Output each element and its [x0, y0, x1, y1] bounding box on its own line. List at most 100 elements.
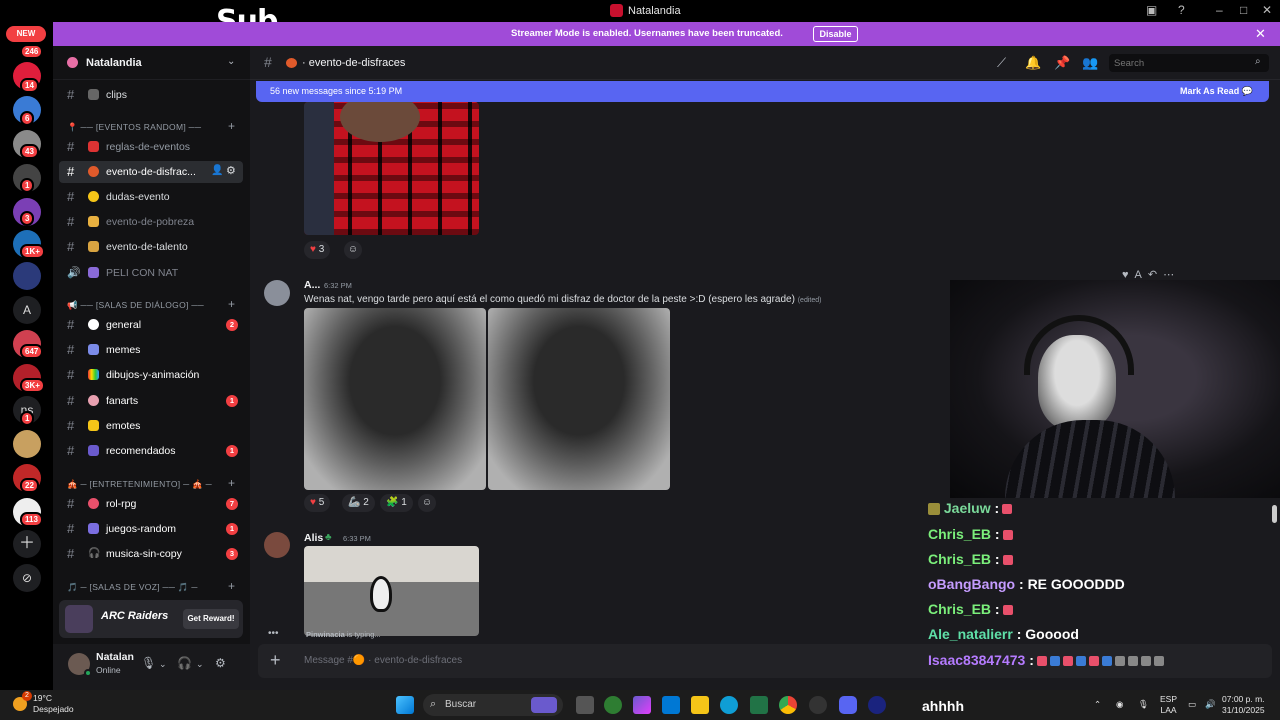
gear-icon[interactable]: ⚙ [226, 164, 236, 177]
channel-recomendados[interactable]: # recomendados 1 [59, 440, 243, 462]
copilot-app-icon[interactable] [633, 696, 651, 714]
reaction-arm[interactable]: 🦾 2 [342, 494, 375, 512]
channel-clips[interactable]: # clips [59, 84, 243, 106]
bell-icon[interactable]: 🔔 [1025, 55, 1041, 71]
gear-icon[interactable]: ⚙ [215, 656, 226, 670]
store-icon[interactable] [662, 696, 680, 714]
hash-icon: # [67, 367, 75, 382]
disable-button[interactable]: Disable [813, 26, 858, 42]
bulb-icon [88, 191, 99, 202]
channel-name: emotes [106, 420, 141, 432]
close-icon[interactable]: ✕ [1255, 26, 1266, 42]
channel-general[interactable]: # general 2 [59, 314, 243, 336]
chevron-down-icon[interactable]: ⌄ [196, 659, 204, 670]
task-view-icon[interactable] [576, 696, 594, 714]
channel-memes[interactable]: # memes [59, 339, 243, 361]
threads-icon[interactable]: ⟋ [997, 55, 1006, 71]
headphones-icon[interactable]: 🎧 [177, 656, 192, 670]
promo-card[interactable]: ARC Raiders Get Reward! [59, 600, 243, 638]
message-author[interactable]: Alis [304, 532, 323, 544]
message-image[interactable] [304, 546, 479, 636]
add-channel-icon[interactable]: + [228, 119, 235, 133]
chevron-up-icon[interactable]: ⌃ [1094, 699, 1101, 710]
channel-juegos-random[interactable]: # juegos-random 1 [59, 518, 243, 540]
message-image[interactable] [304, 308, 486, 490]
network-icon[interactable]: ▭ [1188, 699, 1196, 710]
microphone-icon[interactable]: 🎙 [1138, 699, 1149, 710]
channel-name: clips [106, 89, 128, 101]
category-entretenimiento[interactable]: 🎪 ─ [ENTRETENIMIENTO] ─ 🎪 ─ [67, 479, 212, 490]
language-indicator[interactable]: ESP LAA [1160, 694, 1177, 716]
avatar[interactable] [264, 280, 290, 306]
help-icon[interactable]: ? [1178, 3, 1185, 17]
search-icon: ⌕ [430, 698, 437, 710]
add-channel-icon[interactable]: + [228, 476, 235, 490]
reaction-heart[interactable]: ♥ 3 [304, 241, 331, 259]
add-channel-icon[interactable]: + [228, 297, 235, 311]
taskbar-search[interactable]: ⌕ Buscar [423, 694, 563, 716]
chevron-down-icon[interactable]: ⌄ [159, 659, 167, 670]
chrome-icon[interactable] [779, 696, 797, 714]
message-image[interactable] [488, 308, 670, 490]
clock[interactable]: 07:00 p. m. 31/10/2025 [1222, 694, 1265, 716]
attach-plus-icon[interactable]: + [270, 650, 281, 671]
server-icon[interactable] [13, 262, 41, 290]
volume-icon[interactable]: 🔊 [1205, 699, 1216, 710]
inbox-icon[interactable]: ▣ [1146, 3, 1157, 17]
add-reaction-icon[interactable]: ☺ [344, 241, 362, 259]
discord-icon[interactable] [839, 696, 857, 714]
edge-icon[interactable] [720, 696, 738, 714]
channel-reglas[interactable]: # reglas-de-eventos [59, 136, 243, 158]
category-salas-voz[interactable]: 🎵 ─ [SALAS DE VOZ] ── 🎵 ─ [67, 582, 198, 593]
microphone-icon[interactable]: 🎙 [141, 656, 156, 670]
start-button[interactable] [396, 696, 414, 714]
mark-as-read-button[interactable]: Mark As Read 💬 [1180, 86, 1253, 97]
channel-talento[interactable]: # evento-de-talento [59, 236, 243, 258]
rail-badge: 22 [20, 478, 39, 493]
channel-dudas[interactable]: # dudas-evento [59, 186, 243, 208]
channel-pobreza[interactable]: # evento-de-pobreza [59, 211, 243, 233]
message-image[interactable] [304, 102, 479, 235]
voice-channel-peli[interactable]: 🔊 PELI CON NAT [59, 262, 243, 284]
reaction-puzzle[interactable]: 🧩 1 [380, 494, 413, 512]
category-eventos-random[interactable]: 📍 ── [EVENTOS RANDOM] ── [67, 122, 201, 133]
guild-header[interactable]: Natalandia ⌄ [53, 46, 250, 80]
channel-evento-disfraces[interactable]: # evento-de-disfrac... 👤 ⚙ [59, 161, 243, 183]
message-author[interactable]: A... [304, 279, 320, 291]
new-pill[interactable]: NEW [6, 26, 46, 42]
pin-icon[interactable]: 📌 [1054, 55, 1070, 71]
taskbar-app-icon[interactable] [604, 696, 622, 714]
channel-name: evento-de-pobreza [106, 216, 195, 228]
weather-desc: Despejado [33, 704, 74, 714]
minimize-button[interactable]: – [1216, 3, 1223, 17]
new-messages-bar[interactable]: 56 new messages since 5:19 PM Mark As Re… [256, 81, 1269, 102]
search-input[interactable] [1109, 54, 1269, 72]
reaction-heart[interactable]: ♥ 5 [304, 494, 331, 512]
channel-dibujos[interactable]: # dibujos-y-animación [59, 364, 243, 386]
get-reward-button[interactable]: Get Reward! [183, 609, 239, 629]
channel-emotes[interactable]: # emotes [59, 415, 243, 437]
window-title: Natalandia [628, 5, 681, 17]
chevron-down-icon[interactable]: ⌄ [227, 56, 235, 67]
folder-icon[interactable] [691, 696, 709, 714]
maximize-button[interactable]: □ [1240, 3, 1247, 17]
channel-rol-rpg[interactable]: # rol-rpg 7 [59, 493, 243, 515]
avatar[interactable] [264, 532, 290, 558]
channel-fanarts[interactable]: # fanarts 1 [59, 390, 243, 412]
excel-icon[interactable] [750, 696, 768, 714]
server-letter-icon[interactable]: A [13, 296, 41, 324]
add-channel-icon[interactable]: + [228, 579, 235, 593]
tray-app-icon[interactable]: ◉ [1116, 699, 1123, 710]
taskbar-app-icon[interactable] [868, 696, 886, 714]
server-icon[interactable] [13, 430, 41, 458]
close-window-button[interactable]: ✕ [1262, 3, 1272, 17]
add-server-icon[interactable]: ＋ [13, 530, 41, 558]
discover-icon[interactable]: ⊘ [13, 564, 41, 592]
channel-musica[interactable]: # 🎧 musica-sin-copy 3 [59, 543, 243, 565]
members-icon[interactable]: 👥 [1082, 55, 1098, 71]
category-salas-dialogo[interactable]: 📢 ── [SALAS DE DIÁLOGO] ── [67, 300, 204, 311]
chat-scrollbar[interactable] [1272, 505, 1277, 523]
invite-icon[interactable]: 👤 [211, 165, 223, 176]
taskbar-app-icon[interactable] [809, 696, 827, 714]
add-reaction-icon[interactable]: ☺ [418, 494, 436, 512]
